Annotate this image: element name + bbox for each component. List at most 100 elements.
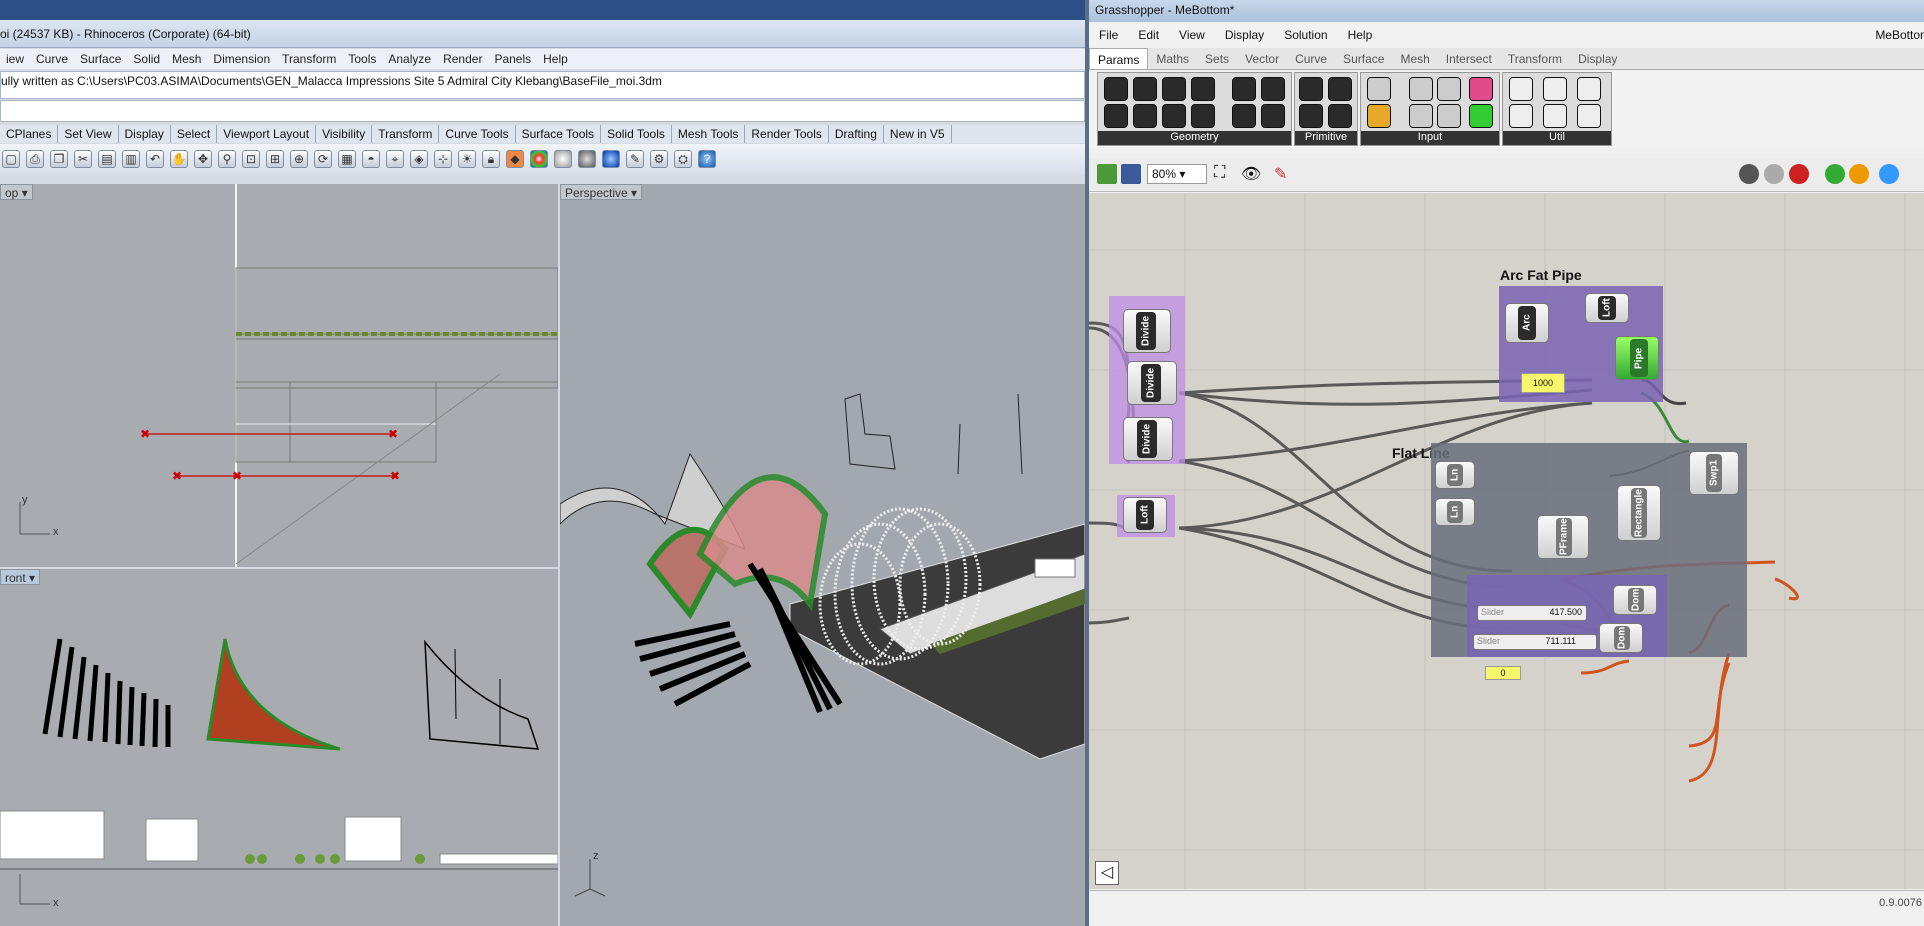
gh-tab-maths[interactable]: Maths <box>1148 48 1197 69</box>
print-icon[interactable]: ⎙ <box>26 150 44 168</box>
preview-mode-icon[interactable] <box>1739 164 1759 184</box>
zoom-extents-icon[interactable]: ⛶ <box>1214 164 1225 182</box>
copy-icon[interactable]: ❐ <box>50 150 68 168</box>
menu-dimension[interactable]: Dimension <box>207 49 276 69</box>
menu-curve[interactable]: Curve <box>30 49 74 69</box>
menu-help[interactable]: Help <box>537 49 574 69</box>
gh-menu-display[interactable]: Display <box>1215 24 1274 46</box>
gh-tab-curve[interactable]: Curve <box>1287 48 1335 69</box>
undo-icon[interactable]: ↶ <box>146 150 164 168</box>
divide-component-2[interactable]: Divide <box>1127 361 1177 405</box>
paste-icon[interactable]: ▤ <box>98 150 116 168</box>
render-sphere-icon[interactable] <box>554 150 572 168</box>
select-icon[interactable]: ⌖ <box>386 150 404 168</box>
tab-viewport-layout[interactable]: Viewport Layout <box>217 125 317 143</box>
mesh-param-icon[interactable] <box>1261 77 1285 101</box>
zoom-selected-icon[interactable]: ⊕ <box>290 150 308 168</box>
gh-tab-sets[interactable]: Sets <box>1197 48 1237 69</box>
zoom-extents-icon[interactable]: ⊞ <box>266 150 284 168</box>
panel-input-icon[interactable] <box>1367 104 1391 128</box>
command-line[interactable] <box>0 100 1085 122</box>
paintbrush-icon[interactable]: ✎ <box>626 150 644 168</box>
geometry-param-icon[interactable] <box>1104 77 1128 101</box>
slider-1[interactable]: Slider 417.500 <box>1477 605 1587 621</box>
box-param-icon[interactable] <box>1191 104 1215 128</box>
zoom-window-icon[interactable]: ⊡ <box>242 150 260 168</box>
options-gear-icon[interactable]: ⚙ <box>650 150 668 168</box>
tab-surface-tools[interactable]: Surface Tools <box>516 125 602 143</box>
collapse-panel-icon[interactable]: ◁ <box>1095 861 1119 885</box>
arc-component[interactable]: Arc <box>1505 303 1549 343</box>
gh-menu-solution[interactable]: Solution <box>1274 24 1337 46</box>
sphere-preview-icon[interactable] <box>1879 164 1899 184</box>
gh-tab-surface[interactable]: Surface <box>1335 48 1392 69</box>
menu-view[interactable]: iew <box>0 49 30 69</box>
dom-component-2[interactable]: Dom <box>1599 623 1643 653</box>
lock-icon[interactable]: 🔒︎ <box>482 150 500 168</box>
ghosted-sphere-icon[interactable] <box>578 150 596 168</box>
gh-tab-vector[interactable]: Vector <box>1237 48 1287 69</box>
rectangle-component[interactable]: Rectangle <box>1617 485 1661 541</box>
vector-param-icon[interactable] <box>1162 104 1186 128</box>
loft-component-left[interactable]: Loft <box>1123 497 1167 533</box>
grid-snap-icon[interactable]: ⊹ <box>434 150 452 168</box>
knob-input-icon[interactable] <box>1409 104 1433 128</box>
menu-tools[interactable]: Tools <box>342 49 382 69</box>
zoom-select[interactable]: 80% ▾ <box>1147 164 1207 184</box>
bake-icon[interactable] <box>1825 164 1845 184</box>
blue-sphere-icon[interactable] <box>602 150 620 168</box>
rotate-view-icon[interactable]: ⟳ <box>314 150 332 168</box>
gh-tab-transform[interactable]: Transform <box>1500 48 1570 69</box>
dom-component-1[interactable]: Dom <box>1613 585 1657 615</box>
wireframe-mode-icon[interactable] <box>1764 164 1784 184</box>
slider-2[interactable]: Slider 711.111 <box>1473 634 1597 650</box>
pan-hand-icon[interactable]: ✋ <box>170 150 188 168</box>
panel-0[interactable]: 0 <box>1485 666 1521 680</box>
flask-util-icon[interactable] <box>1577 104 1601 128</box>
cherries-util-icon[interactable] <box>1509 77 1533 101</box>
sketch-pen-icon[interactable]: ✎ <box>1274 164 1287 184</box>
cut-icon[interactable]: ✂ <box>74 150 92 168</box>
toggle-input-icon[interactable] <box>1367 77 1391 101</box>
save-file-icon[interactable] <box>1121 164 1141 184</box>
tab-mesh-tools[interactable]: Mesh Tools <box>672 125 746 143</box>
point-param-icon[interactable] <box>1104 104 1128 128</box>
viewport-perspective[interactable]: Perspective ▾ z <box>560 184 1085 926</box>
menu-transform[interactable]: Transform <box>276 49 342 69</box>
gh-canvas[interactable]: Divide Divide Divide Loft Arc Fat Pipe A… <box>1089 193 1924 889</box>
boolean-param-icon[interactable] <box>1299 77 1323 101</box>
menu-mesh[interactable]: Mesh <box>166 49 207 69</box>
cluster-util-icon[interactable] <box>1509 104 1533 128</box>
tab-transform[interactable]: Transform <box>372 125 440 143</box>
ln-component-1[interactable]: Ln <box>1435 461 1475 489</box>
brep-param-icon[interactable] <box>1232 77 1256 101</box>
list-input-icon[interactable] <box>1437 104 1461 128</box>
pframe-component[interactable]: PFrame <box>1537 515 1589 559</box>
properties-icon[interactable]: ⛭ <box>674 150 692 168</box>
gradient-input-icon[interactable] <box>1469 77 1493 101</box>
menu-render[interactable]: Render <box>437 49 488 69</box>
clipboard-icon[interactable]: ▥ <box>122 150 140 168</box>
tab-select[interactable]: Select <box>171 125 218 143</box>
menu-surface[interactable]: Surface <box>74 49 127 69</box>
tab-visibility[interactable]: Visibility <box>316 125 373 143</box>
tab-solid-tools[interactable]: Solid Tools <box>601 125 672 143</box>
gh-tab-display[interactable]: Display <box>1570 48 1625 69</box>
help-icon[interactable]: ? <box>698 150 716 168</box>
tab-set-view[interactable]: Set View <box>58 125 119 143</box>
preview-eye-icon[interactable]: 👁︎ <box>1241 164 1261 184</box>
slider-input-icon[interactable] <box>1437 77 1461 101</box>
gh-tab-intersect[interactable]: Intersect <box>1438 48 1500 69</box>
tab-cplanes[interactable]: CPlanes <box>0 125 59 143</box>
panel-1000[interactable]: 1000 <box>1521 373 1565 393</box>
tab-display[interactable]: Display <box>119 125 171 143</box>
layer-icon[interactable]: ◈ <box>410 150 428 168</box>
relay-util-icon[interactable] <box>1543 104 1567 128</box>
gh-tab-mesh[interactable]: Mesh <box>1392 48 1437 69</box>
shaded-mode-icon[interactable] <box>1789 164 1809 184</box>
divide-component-3[interactable]: Divide <box>1123 417 1173 461</box>
material-icon[interactable]: ◆ <box>506 150 524 168</box>
gh-menu-view[interactable]: View <box>1169 24 1215 46</box>
menu-analyze[interactable]: Analyze <box>382 49 437 69</box>
arrow-util-icon[interactable] <box>1543 77 1567 101</box>
